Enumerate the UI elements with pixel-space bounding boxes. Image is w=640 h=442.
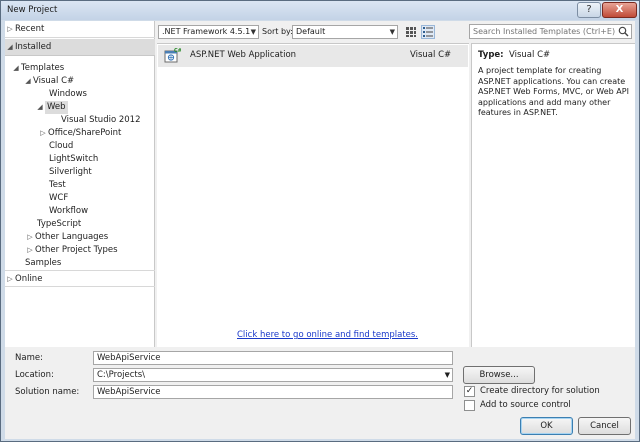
create-directory-label[interactable]: Create directory for solution bbox=[480, 386, 600, 397]
template-item-aspnet-web-application[interactable]: C# ASP.NET Web Application Visual C# bbox=[158, 45, 468, 67]
tree-samples[interactable]: Samples bbox=[25, 257, 61, 270]
checkmark-icon: ✓ bbox=[465, 386, 474, 396]
tree-silverlight[interactable]: Silverlight bbox=[49, 166, 92, 179]
close-button[interactable]: X bbox=[602, 2, 637, 18]
expand-right-icon: ▷ bbox=[40, 129, 46, 137]
location-label: Location: bbox=[15, 370, 54, 380]
nav-online-label: Online bbox=[15, 274, 43, 284]
template-details-pane: Type: Visual C# A project template for c… bbox=[471, 43, 635, 347]
nav-online[interactable]: ▷ Online bbox=[5, 270, 155, 287]
small-icons-view-button[interactable] bbox=[404, 25, 418, 39]
expanded-icon: ◢ bbox=[7, 43, 13, 51]
browse-button[interactable]: Browse... bbox=[463, 366, 535, 384]
cancel-button[interactable]: Cancel bbox=[578, 417, 631, 435]
templates-toolbar: .NET Framework 4.5.1 ▼ Sort by: Default … bbox=[157, 21, 469, 43]
add-to-source-control-checkbox[interactable] bbox=[464, 400, 475, 411]
tree-other-languages-label: Other Languages bbox=[35, 232, 109, 242]
tree-other-languages[interactable]: ▷ Other Languages bbox=[25, 231, 108, 244]
framework-select[interactable]: .NET Framework 4.5.1 ▼ bbox=[158, 25, 259, 39]
solution-name-field[interactable]: WebApiService bbox=[93, 385, 453, 399]
find-templates-online-link[interactable]: Click here to go online and find templat… bbox=[237, 330, 418, 340]
template-list: C# ASP.NET Web Application Visual C# Cli… bbox=[157, 43, 469, 347]
tree-typescript[interactable]: TypeScript bbox=[37, 218, 81, 231]
tree-web[interactable]: ◢ Web bbox=[35, 101, 68, 114]
expand-right-icon: ▷ bbox=[7, 25, 13, 33]
tree-visual-csharp[interactable]: ◢ Visual C# bbox=[23, 75, 74, 88]
type-value: Visual C# bbox=[509, 50, 551, 60]
medium-icons-view-button[interactable] bbox=[421, 25, 435, 39]
tree-other-project-types[interactable]: ▷ Other Project Types bbox=[25, 244, 118, 257]
template-name: ASP.NET Web Application bbox=[190, 50, 297, 60]
sort-by-label: Sort by: bbox=[262, 27, 293, 36]
solution-name-label: Solution name: bbox=[15, 387, 80, 397]
tree-lightswitch[interactable]: LightSwitch bbox=[49, 153, 98, 166]
tree-wcf[interactable]: WCF bbox=[49, 192, 68, 205]
tree-web-label: Web bbox=[45, 101, 68, 114]
search-input[interactable] bbox=[470, 25, 616, 38]
new-project-dialog: New Project ? X ▷ Recent ◢ Installed ◢ Temp… bbox=[0, 0, 640, 442]
template-type: Type: Visual C# bbox=[478, 50, 550, 60]
tree-office-sharepoint[interactable]: ▷ Office/SharePoint bbox=[38, 127, 121, 140]
create-directory-checkbox[interactable]: ✓ bbox=[464, 386, 475, 397]
window-title: New Project bbox=[7, 5, 58, 15]
template-language: Visual C# bbox=[410, 50, 452, 60]
tree-office-label: Office/SharePoint bbox=[48, 128, 122, 138]
sort-by-select[interactable]: Default ▼ bbox=[292, 25, 398, 39]
project-name-field[interactable]: WebApiService bbox=[93, 351, 453, 365]
expanded-icon: ◢ bbox=[37, 103, 43, 111]
ok-button[interactable]: OK bbox=[520, 417, 573, 435]
sort-value: Default bbox=[296, 27, 326, 36]
help-button[interactable]: ? bbox=[577, 2, 601, 18]
dialog-body: ▷ Recent ◢ Installed ◢ Templates ◢ Visual C#… bbox=[5, 21, 635, 439]
nav-recent[interactable]: ▷ Recent bbox=[5, 21, 155, 38]
tree-test[interactable]: Test bbox=[49, 179, 66, 192]
chevron-down-icon: ▼ bbox=[389, 28, 395, 36]
web-project-icon: C# bbox=[164, 48, 181, 63]
tree-visual-csharp-label: Visual C# bbox=[33, 76, 75, 86]
expand-right-icon: ▷ bbox=[7, 275, 13, 283]
nav-recent-label: Recent bbox=[15, 24, 45, 34]
tree-vs2012[interactable]: Visual Studio 2012 bbox=[61, 114, 140, 127]
tree-windows[interactable]: Windows bbox=[49, 88, 87, 101]
list-icon bbox=[423, 27, 433, 37]
expand-right-icon: ▷ bbox=[27, 246, 33, 254]
type-label: Type: bbox=[478, 50, 504, 60]
nav-installed[interactable]: ◢ Installed bbox=[5, 39, 155, 56]
template-description: A project template for creating ASP.NET … bbox=[478, 66, 629, 117]
search-templates-box[interactable] bbox=[469, 24, 632, 39]
grid-icon bbox=[406, 27, 416, 37]
nav-installed-label: Installed bbox=[15, 42, 52, 52]
location-field[interactable]: C:\Projects\ ▼ bbox=[93, 368, 453, 382]
svg-text:C#: C# bbox=[174, 48, 181, 54]
name-label: Name: bbox=[15, 353, 43, 363]
tree-cloud[interactable]: Cloud bbox=[49, 140, 73, 153]
template-navigation: ▷ Recent ◢ Installed ◢ Templates ◢ Visual C#… bbox=[5, 21, 155, 347]
expanded-icon: ◢ bbox=[25, 77, 31, 85]
title-bar[interactable]: New Project ? X bbox=[1, 1, 639, 20]
add-to-source-control-label[interactable]: Add to source control bbox=[480, 400, 571, 411]
expand-right-icon: ▷ bbox=[27, 233, 33, 241]
tree-templates-label: Templates bbox=[21, 63, 65, 73]
search-icon[interactable] bbox=[618, 26, 629, 37]
chevron-down-icon: ▼ bbox=[250, 28, 256, 36]
chevron-down-icon[interactable]: ▼ bbox=[445, 369, 450, 381]
tree-workflow[interactable]: Workflow bbox=[49, 205, 88, 218]
tree-templates[interactable]: ◢ Templates bbox=[11, 62, 64, 75]
tree-other-project-types-label: Other Project Types bbox=[35, 245, 118, 255]
expanded-icon: ◢ bbox=[13, 64, 19, 72]
location-value: C:\Projects\ bbox=[97, 370, 146, 380]
framework-value: .NET Framework 4.5.1 bbox=[162, 27, 251, 36]
